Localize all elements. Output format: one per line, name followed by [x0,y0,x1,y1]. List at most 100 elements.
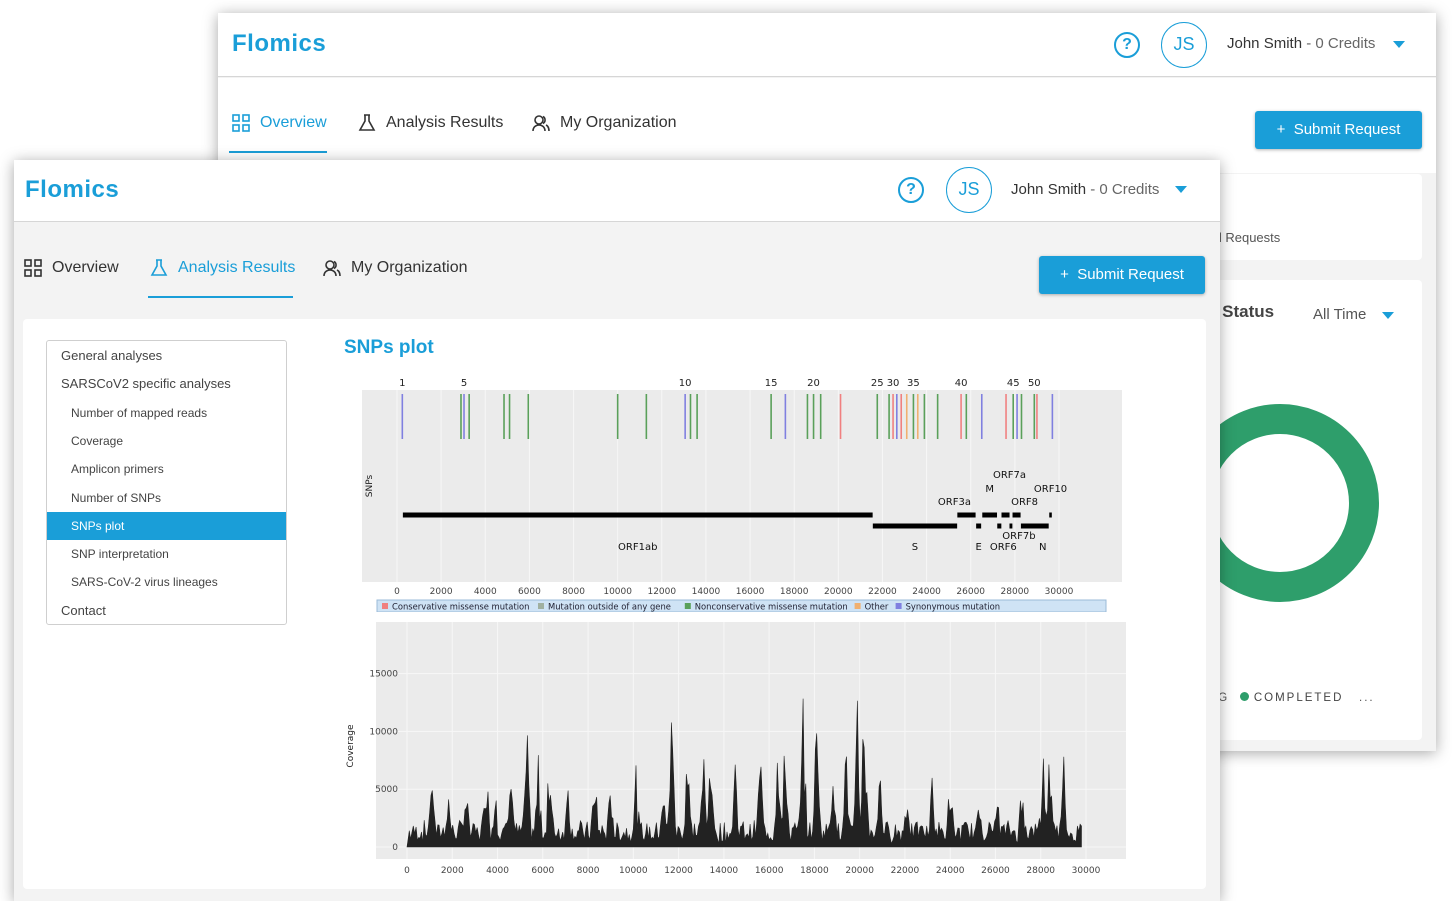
snp-chart: 1 5 10 15 20 25 30 35 40 45 50SNPsORF1ab SORF3aEMOR… [362,378,1122,612]
completed-segment [1208,404,1379,602]
sidebar-item[interactable]: Contact [47,597,286,625]
snp-index-label: 10 [679,378,692,389]
y-axis-label: Coverage [346,724,356,768]
active-tab-indicator [229,151,327,153]
legend-swatch [538,603,544,609]
x-tick-label: 14000 [692,587,721,597]
gene-label: E [975,542,981,553]
sidebar-item[interactable]: General analyses [47,342,286,370]
x-tick-label: 12000 [647,587,676,597]
user-menu[interactable]: John Smith - 0 Credits [1011,181,1159,198]
y-axis-label: SNPs [365,474,375,497]
x-tick-label: 18000 [780,587,809,597]
snp-index-label: 15 [765,378,778,389]
submit-request-button[interactable]: + Submit Request [1039,256,1205,294]
submit-request-button[interactable]: + Submit Request [1255,111,1422,149]
x-tick-label: 8000 [562,587,585,597]
people-icon [532,115,550,132]
period-filter[interactable]: All Time [1313,306,1366,323]
gene-bar [1049,512,1052,518]
chevron-down-icon[interactable] [1175,186,1187,193]
sidebar-item[interactable]: Coverage [47,427,286,455]
x-tick-label: 10000 [619,866,648,876]
avatar[interactable]: JS [946,167,992,213]
sidebar-item[interactable]: Number of mapped reads [47,399,286,427]
tab-overview[interactable]: Overview [24,259,119,277]
sidebar-item[interactable]: SARS-CoV-2 virus lineages [47,568,286,596]
x-tick-label: 2000 [441,866,464,876]
completed-dot-icon [1239,692,1249,701]
snp-legend: Conservative missense mutation Mutation o… [376,599,1107,612]
sidebar-item[interactable]: SARSCoV2 specific analyses [47,370,286,398]
dashboard-grid-icon [24,259,42,277]
legend-label: Conservative missense mutation [392,602,529,612]
tab-analysis-results[interactable]: Analysis Results [358,114,503,132]
tab-my-organization[interactable]: My Organization [532,114,677,132]
legend-label: Other [865,602,889,612]
sidebar-item[interactable]: SNP interpretation [47,540,286,568]
gene-label: ORF1ab [618,542,657,553]
chevron-down-icon[interactable] [1382,312,1394,319]
help-icon[interactable]: ? [1114,32,1140,58]
x-tick-label: 14000 [710,866,739,876]
tab-analysis-results[interactable]: Analysis Results [150,259,295,277]
sidebar-item[interactable]: SNPs plot [47,511,286,540]
legend-swatch [895,603,902,609]
tab-label: Analysis Results [386,114,504,131]
snp-index-label: 25 [871,378,884,389]
y-tick-label: 0 [392,843,398,853]
coverage-chart: 0 5000 10000 15000 Coverage 0 2000 4000 6000 8000… [346,622,1126,876]
y-tick-label: 5000 [375,785,398,795]
legend-label: Nonconservative missense mutation [695,602,848,612]
page-title: SNPs plot [344,337,434,358]
avatar[interactable]: JS [1161,22,1207,68]
sidebar-item[interactable]: Number of SNPs [47,484,286,512]
x-tick-label: 24000 [936,866,965,876]
dashboard-grid-icon [232,114,250,132]
legend-more[interactable]: ... [1359,692,1375,704]
x-tick-label: 0 [394,587,400,597]
status-card: s Status All Time NG COMPLETED ... [1208,280,1422,740]
flomics-logo[interactable]: Flomics [25,176,119,204]
gene-label: ORF7a [993,470,1026,481]
help-icon[interactable]: ? [898,177,924,203]
sidebar-item[interactable]: Amplicon primers [47,455,286,483]
gene-bar [402,512,873,518]
tab-overview[interactable]: Overview [232,114,327,132]
gene-bar [1009,523,1013,529]
snp-index-label: 45 [1007,378,1020,389]
gene-label: M [985,484,994,495]
snp-index-label: 50 [1028,378,1041,389]
tab-label: My Organization [351,259,468,276]
chevron-down-icon[interactable] [1393,41,1405,48]
tab-my-organization[interactable]: My Organization [323,259,468,277]
gene-bar [957,512,976,518]
x-tick-label: 20000 [845,866,874,876]
plus-icon: + [1276,121,1294,138]
tab-label: Overview [52,259,119,276]
x-tick-label: 24000 [912,587,941,597]
analysis-sidebar: General analyses SARSCoV2 specific analys… [46,340,287,625]
nav-bar: Overview Analysis Results My Organizatio… [218,78,1436,173]
x-tick-label: 10000 [603,587,632,597]
gene-label: N [1039,542,1046,553]
user-credits: - 0 Credits [1306,35,1376,52]
x-tick-label: 8000 [577,866,600,876]
legend-completed[interactable]: COMPLETED [1254,692,1344,704]
x-tick-label: 0 [404,866,410,876]
user-menu[interactable]: John Smith - 0 Credits [1227,35,1375,52]
y-tick-label: 15000 [369,670,398,680]
legend-label: Synonymous mutation [906,602,1001,612]
x-tick-label: 28000 [1026,866,1055,876]
flomics-logo[interactable]: Flomics [232,30,326,58]
gene-bar [872,523,958,529]
gene-bar [982,512,998,518]
snp-index-label: 5 [461,378,467,389]
gene-label: ORF6 [990,542,1017,553]
nav-bar: Overview Analysis Results My Organizatio… [14,223,1220,319]
gene-bar [1020,523,1049,529]
snp-index-label: 30 [887,378,900,389]
x-tick-label: 30000 [1045,587,1074,597]
gene-label: S [912,542,918,553]
gene-bar [1012,512,1021,518]
